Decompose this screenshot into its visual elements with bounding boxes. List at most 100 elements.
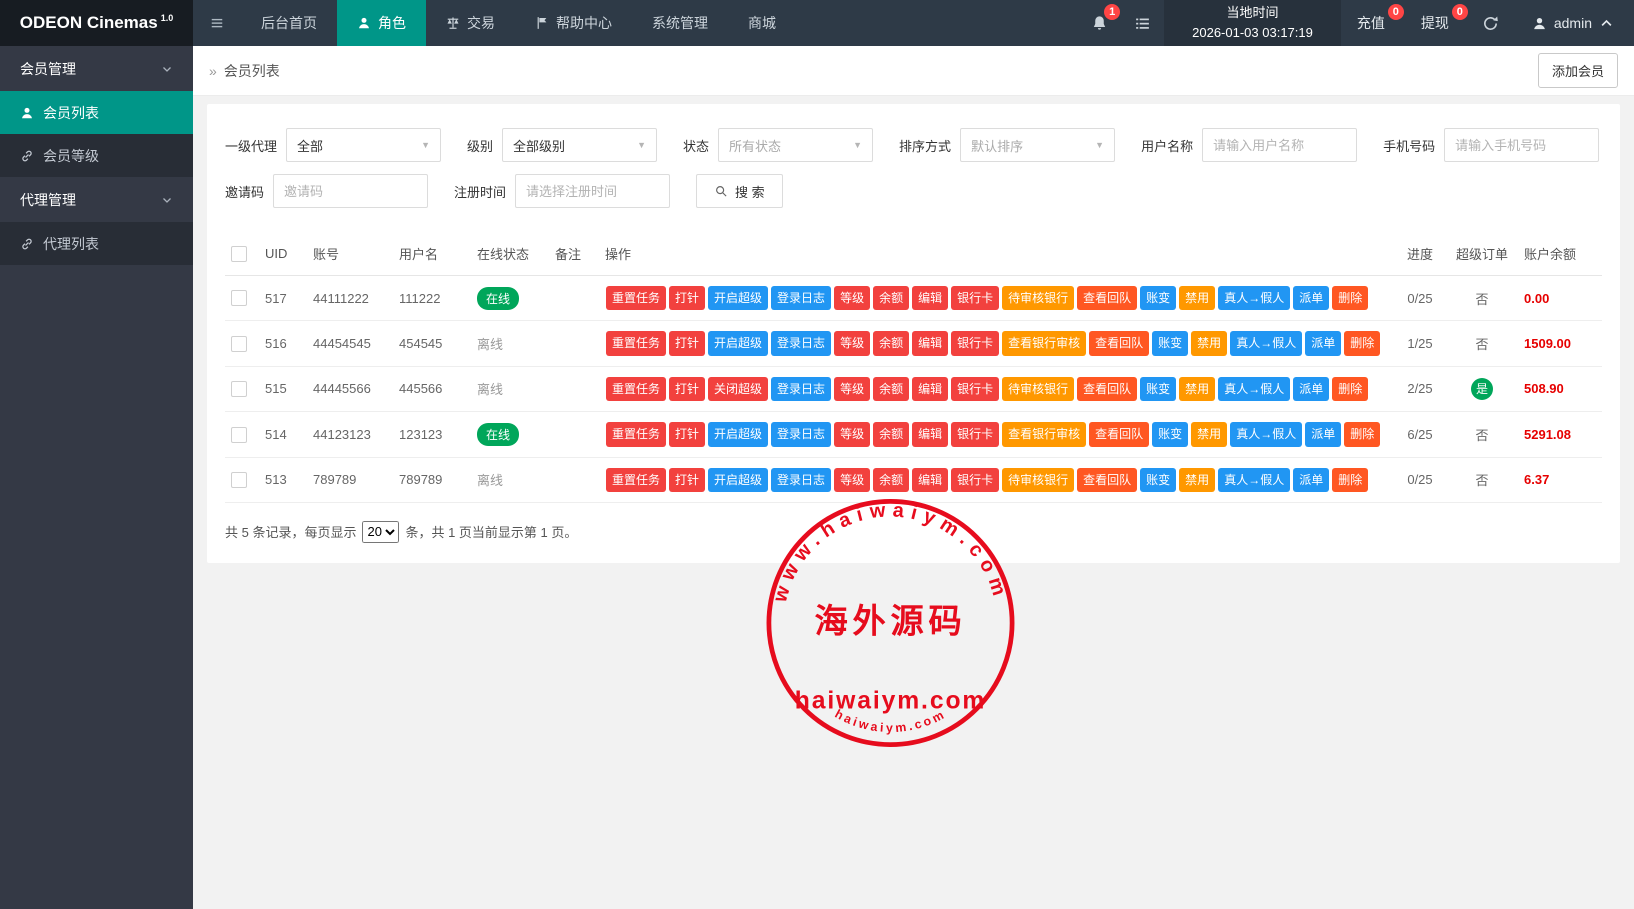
sidebar-group-member[interactable]: 会员管理 [0, 46, 193, 91]
action-button[interactable]: 查看回队 [1077, 286, 1137, 310]
action-button[interactable]: 查看银行审核 [1002, 422, 1086, 446]
user-menu[interactable]: admin [1512, 0, 1634, 46]
action-button[interactable]: 等级 [834, 331, 870, 355]
menu-list-icon[interactable] [1121, 0, 1164, 46]
action-button[interactable]: 打针 [669, 331, 705, 355]
nav-item-help[interactable]: 帮助中心 [515, 0, 632, 46]
nav-item-role[interactable]: 角色 [337, 0, 426, 46]
action-button[interactable]: 编辑 [912, 422, 948, 446]
action-button[interactable]: 账变 [1140, 377, 1176, 401]
action-button[interactable]: 开启超级 [708, 331, 768, 355]
action-button[interactable]: 等级 [834, 286, 870, 310]
select-all-checkbox[interactable] [231, 246, 247, 262]
row-checkbox[interactable] [231, 472, 247, 488]
refresh-button[interactable] [1469, 0, 1512, 46]
action-button[interactable]: 账变 [1152, 422, 1188, 446]
register-time-input[interactable] [515, 174, 670, 208]
action-button[interactable]: 编辑 [912, 331, 948, 355]
action-button[interactable]: 真人→假人 [1230, 331, 1302, 355]
action-button[interactable]: 重置任务 [606, 286, 666, 310]
sort-select[interactable]: 默认排序 ▼ [960, 128, 1115, 162]
action-button[interactable]: 余额 [873, 331, 909, 355]
notifications-bell[interactable]: 1 [1078, 0, 1121, 46]
action-button[interactable]: 待审核银行 [1002, 286, 1074, 310]
action-button[interactable]: 派单 [1305, 422, 1341, 446]
action-button[interactable]: 真人→假人 [1230, 422, 1302, 446]
nav-item-mall[interactable]: 商城 [728, 0, 796, 46]
action-button[interactable]: 余额 [873, 422, 909, 446]
nav-item-home[interactable]: 后台首页 [241, 0, 337, 46]
action-button[interactable]: 禁用 [1191, 422, 1227, 446]
action-button[interactable]: 银行卡 [951, 286, 999, 310]
action-button[interactable]: 派单 [1293, 468, 1329, 492]
action-button[interactable]: 派单 [1305, 331, 1341, 355]
action-button[interactable]: 银行卡 [951, 377, 999, 401]
row-checkbox[interactable] [231, 427, 247, 443]
action-button[interactable]: 禁用 [1191, 331, 1227, 355]
row-checkbox[interactable] [231, 336, 247, 352]
action-button[interactable]: 真人→假人 [1218, 286, 1290, 310]
action-button[interactable]: 查看回队 [1089, 331, 1149, 355]
action-button[interactable]: 重置任务 [606, 468, 666, 492]
action-button[interactable]: 查看回队 [1077, 377, 1137, 401]
action-button[interactable]: 开启超级 [708, 286, 768, 310]
action-button[interactable]: 查看回队 [1089, 422, 1149, 446]
action-button[interactable]: 打针 [669, 468, 705, 492]
action-button[interactable]: 等级 [834, 468, 870, 492]
action-button[interactable]: 禁用 [1179, 377, 1215, 401]
action-button[interactable]: 重置任务 [606, 422, 666, 446]
action-button[interactable]: 关闭超级 [708, 377, 768, 401]
add-member-button[interactable]: 添加会员 [1538, 53, 1618, 88]
row-checkbox[interactable] [231, 381, 247, 397]
search-button[interactable]: 搜 索 [696, 174, 783, 208]
sidebar-item-member-list[interactable]: 会员列表 [0, 91, 193, 134]
action-button[interactable]: 删除 [1332, 468, 1368, 492]
action-button[interactable]: 登录日志 [771, 286, 831, 310]
row-checkbox[interactable] [231, 290, 247, 306]
agent-select[interactable]: 全部 ▼ [286, 128, 441, 162]
action-button[interactable]: 删除 [1332, 286, 1368, 310]
sidebar-item-agent-list[interactable]: 代理列表 [0, 222, 193, 265]
action-button[interactable]: 余额 [873, 377, 909, 401]
withdraw-button[interactable]: 提现 0 [1405, 0, 1469, 46]
action-button[interactable]: 打针 [669, 377, 705, 401]
action-button[interactable]: 编辑 [912, 377, 948, 401]
action-button[interactable]: 账变 [1140, 468, 1176, 492]
action-button[interactable]: 派单 [1293, 377, 1329, 401]
invite-code-input[interactable] [273, 174, 428, 208]
username-input[interactable] [1202, 128, 1357, 162]
action-button[interactable]: 登录日志 [771, 331, 831, 355]
action-button[interactable]: 打针 [669, 422, 705, 446]
level-select[interactable]: 全部级别 ▼ [502, 128, 657, 162]
action-button[interactable]: 编辑 [912, 468, 948, 492]
action-button[interactable]: 禁用 [1179, 468, 1215, 492]
action-button[interactable]: 登录日志 [771, 468, 831, 492]
action-button[interactable]: 余额 [873, 286, 909, 310]
action-button[interactable]: 打针 [669, 286, 705, 310]
action-button[interactable]: 真人→假人 [1218, 377, 1290, 401]
action-button[interactable]: 真人→假人 [1218, 468, 1290, 492]
status-select[interactable]: 所有状态 ▼ [718, 128, 873, 162]
nav-item-system[interactable]: 系统管理 [632, 0, 728, 46]
action-button[interactable]: 等级 [834, 377, 870, 401]
action-button[interactable]: 银行卡 [951, 331, 999, 355]
action-button[interactable]: 登录日志 [771, 377, 831, 401]
action-button[interactable]: 账变 [1152, 331, 1188, 355]
nav-item-trade[interactable]: 交易 [426, 0, 515, 46]
action-button[interactable]: 开启超级 [708, 422, 768, 446]
phone-input[interactable] [1444, 128, 1599, 162]
action-button[interactable]: 账变 [1140, 286, 1176, 310]
action-button[interactable]: 派单 [1293, 286, 1329, 310]
action-button[interactable]: 重置任务 [606, 377, 666, 401]
action-button[interactable]: 删除 [1332, 377, 1368, 401]
action-button[interactable]: 编辑 [912, 286, 948, 310]
action-button[interactable]: 查看银行审核 [1002, 331, 1086, 355]
page-size-select[interactable]: 20 [362, 521, 399, 543]
action-button[interactable]: 等级 [834, 422, 870, 446]
sidebar-item-member-level[interactable]: 会员等级 [0, 134, 193, 177]
action-button[interactable]: 重置任务 [606, 331, 666, 355]
action-button[interactable]: 禁用 [1179, 286, 1215, 310]
action-button[interactable]: 登录日志 [771, 422, 831, 446]
action-button[interactable]: 待审核银行 [1002, 377, 1074, 401]
action-button[interactable]: 删除 [1344, 422, 1380, 446]
